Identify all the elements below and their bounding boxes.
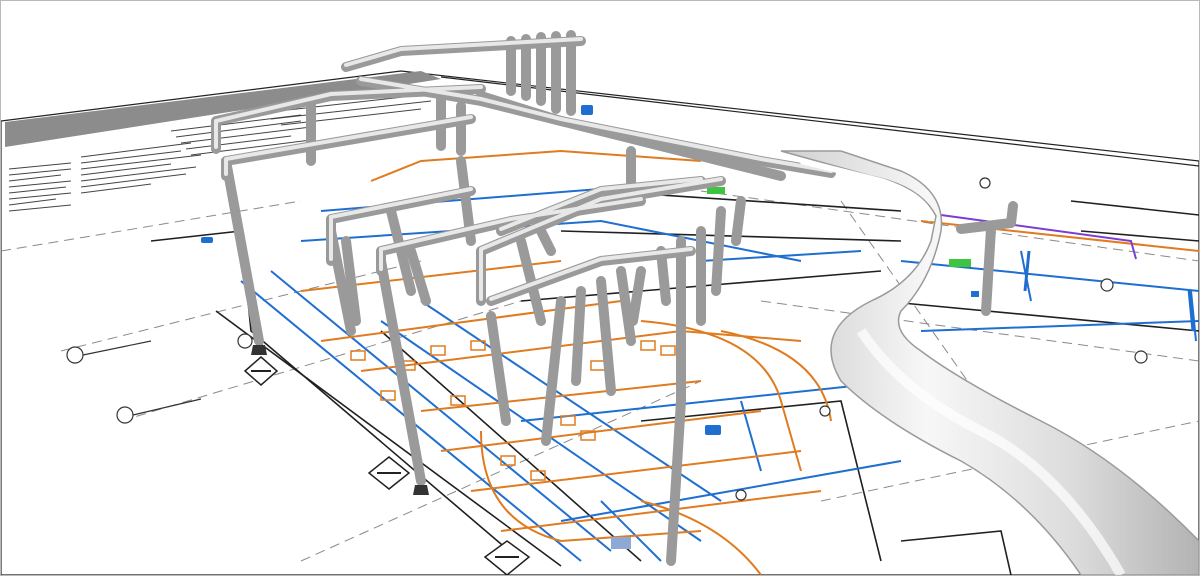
tag-marker-icon (1100, 278, 1114, 292)
green-equipment (949, 259, 971, 267)
tag-marker-icon (819, 405, 831, 417)
tag-marker-icon (1134, 350, 1148, 364)
green-tag (707, 187, 725, 194)
tag-marker-icon (237, 333, 253, 349)
tag-marker-icon (979, 177, 991, 189)
viewer-frame (0, 0, 1200, 576)
3d-viewport[interactable] (1, 1, 1199, 575)
tag-marker-icon (735, 489, 747, 501)
